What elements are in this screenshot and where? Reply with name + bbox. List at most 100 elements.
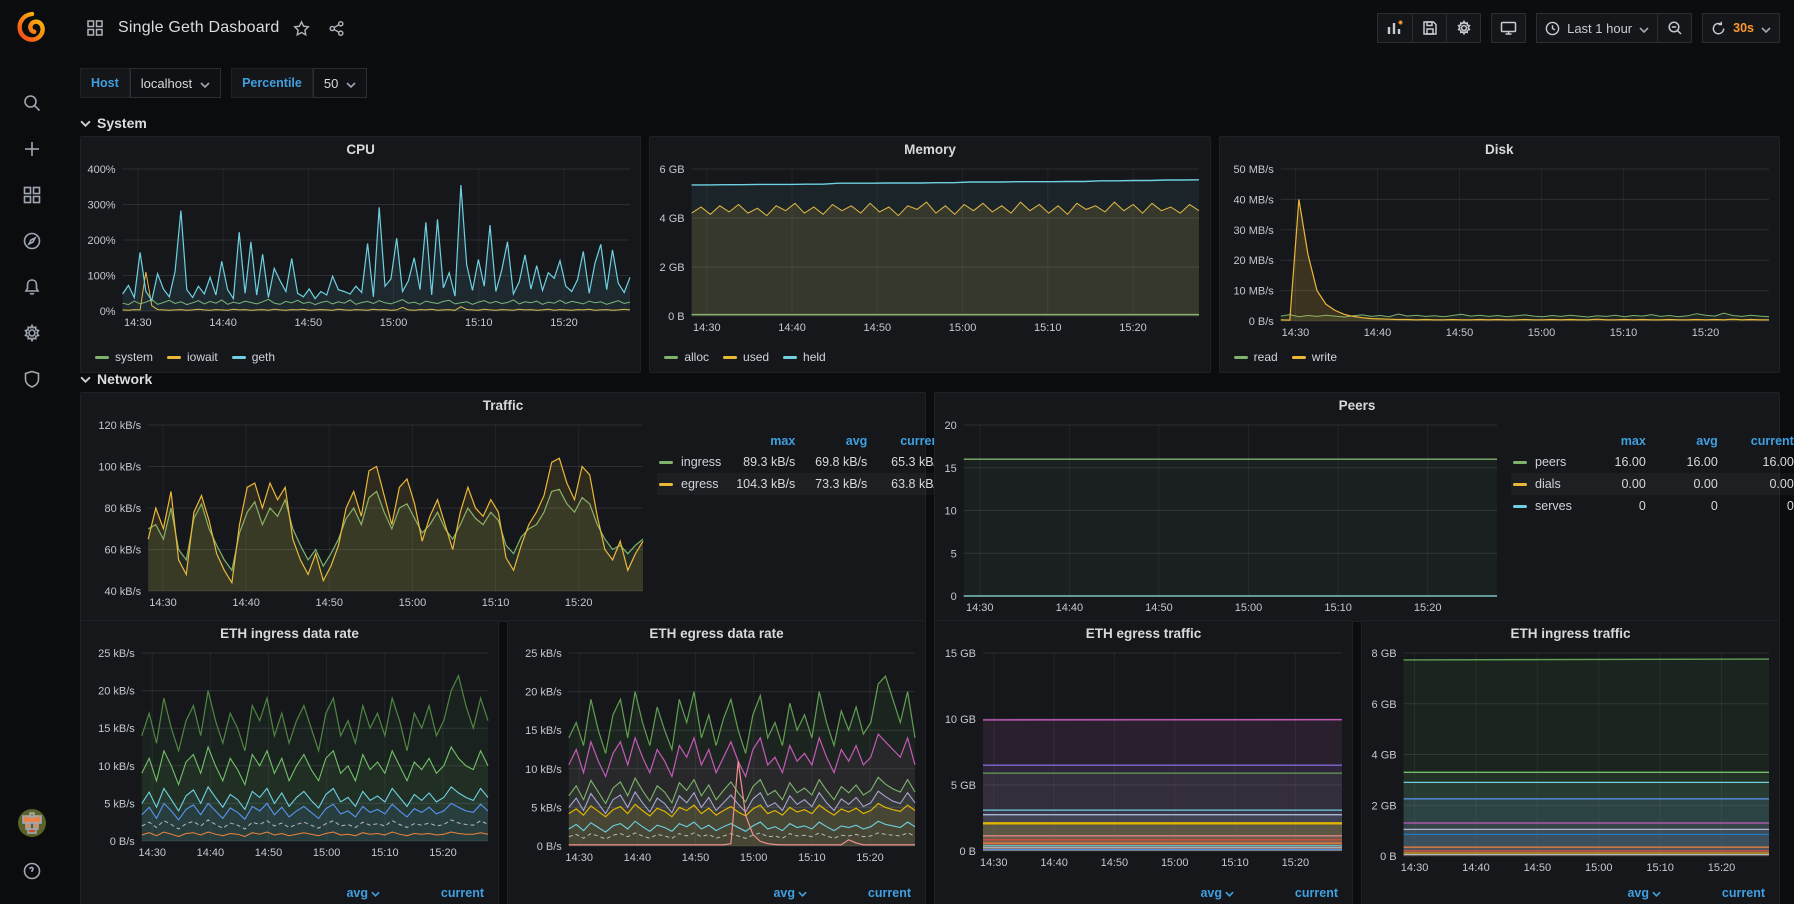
memory-chart[interactable]: 0 B2 GB4 GB6 GB14:3014:4014:5015:0015:10…	[650, 161, 1209, 346]
share-icon[interactable]	[324, 16, 349, 41]
save-dashboard-button[interactable]	[1413, 13, 1447, 43]
cpu-chart[interactable]: 0%100%200%300%400%14:3014:4014:5015:0015…	[81, 161, 640, 346]
legend-item-ingress[interactable]: ingress	[657, 451, 723, 473]
svg-text:14:50: 14:50	[295, 317, 323, 329]
svg-text:15:00: 15:00	[1235, 602, 1263, 614]
legend-sort-avg[interactable]: avg	[1545, 883, 1663, 903]
legend-value: 73.3 kB/s	[797, 473, 869, 495]
user-avatar[interactable]	[10, 804, 54, 842]
refresh-button[interactable]: 30s	[1702, 13, 1780, 43]
time-range-picker[interactable]: Last 1 hour	[1536, 13, 1658, 43]
svg-text:15:10: 15:10	[798, 852, 826, 864]
grafana-app: Single Geth Dasboard	[0, 0, 1794, 904]
eth-ingress-traffic-legend: avgcurrenteth/65 transaction announcemen…	[1362, 881, 1779, 904]
legend-item-read[interactable]: read	[1234, 350, 1278, 364]
panel-title[interactable]: CPU	[81, 137, 640, 161]
create-plus-icon[interactable]	[10, 130, 54, 168]
eth-ingress-traffic-chart[interactable]: 0 B2 GB4 GB6 GB8 GB14:3014:4014:5015:001…	[1362, 645, 1779, 881]
legend-item-egress[interactable]: egress	[657, 473, 723, 495]
legend-item-dials[interactable]: dials	[1511, 473, 1574, 495]
svg-text:10 GB: 10 GB	[945, 714, 976, 726]
svg-text:14:50: 14:50	[316, 597, 344, 609]
traffic-chart[interactable]: 40 kB/s60 kB/s80 kB/s100 kB/s120 kB/s14:…	[81, 417, 653, 621]
explore-compass-icon[interactable]	[10, 222, 54, 260]
series-swatch	[95, 356, 109, 359]
legend-sort-current[interactable]: current	[809, 883, 913, 903]
alerting-bell-icon[interactable]	[10, 268, 54, 306]
svg-text:6 GB: 6 GB	[1372, 699, 1397, 711]
legend-sort-avg[interactable]: avg	[264, 883, 382, 903]
series-swatch	[659, 483, 673, 486]
dashboard-settings-button[interactable]	[1447, 13, 1481, 43]
panel-title[interactable]: Disk	[1220, 137, 1779, 161]
svg-text:15:20: 15:20	[1691, 327, 1719, 339]
legend-item-serves[interactable]: serves	[1511, 495, 1574, 517]
favorite-star-icon[interactable]	[289, 16, 314, 41]
legend-item-geth[interactable]: geth	[232, 350, 275, 364]
legend-sort-current[interactable]: current	[1663, 883, 1767, 903]
legend-sort-avg[interactable]: avg	[797, 431, 869, 451]
legend-sort-avg[interactable]: avg	[1648, 431, 1720, 451]
svg-text:10 kB/s: 10 kB/s	[525, 764, 562, 776]
legend-label: geth	[252, 350, 275, 364]
panel-title[interactable]: Memory	[650, 137, 1209, 161]
legend-sort-current[interactable]: current	[1720, 431, 1794, 451]
svg-text:10 kB/s: 10 kB/s	[98, 761, 135, 773]
legend-sort-current[interactable]: current	[382, 883, 486, 903]
server-admin-shield-icon[interactable]	[10, 360, 54, 398]
legend-item-used[interactable]: used	[723, 350, 769, 364]
legend-sort-max[interactable]: max	[723, 431, 797, 451]
disk-chart[interactable]: 0 B/s10 MB/s20 MB/s30 MB/s40 MB/s50 MB/s…	[1220, 161, 1779, 346]
legend-item-write[interactable]: write	[1292, 350, 1337, 364]
dashboards-icon[interactable]	[10, 176, 54, 214]
legend-item-held[interactable]: held	[783, 350, 826, 364]
variable-host-select[interactable]: localhost	[130, 68, 221, 98]
search-icon[interactable]	[10, 84, 54, 122]
svg-text:14:40: 14:40	[232, 597, 260, 609]
panel-title[interactable]: ETH egress data rate	[508, 621, 925, 645]
eth-egress-data-rate-chart[interactable]: 0 B/s5 kB/s10 kB/s15 kB/s20 kB/s25 kB/s1…	[508, 645, 925, 881]
legend-sort-current[interactable]: current	[1236, 883, 1340, 903]
variable-host-label[interactable]: Host	[80, 68, 130, 98]
panel-title[interactable]: Traffic	[81, 393, 925, 417]
legend-sort-avg[interactable]: avg	[691, 883, 809, 903]
series-swatch	[1513, 483, 1527, 486]
svg-text:14:30: 14:30	[565, 852, 593, 864]
panel-title[interactable]: Peers	[935, 393, 1779, 417]
svg-text:50 MB/s: 50 MB/s	[1233, 164, 1274, 176]
legend-sort-avg[interactable]: avg	[1118, 883, 1236, 903]
eth-egress-traffic-chart[interactable]: 0 B5 GB10 GB15 GB14:3014:4014:5015:0015:…	[935, 645, 1352, 881]
svg-text:25 kB/s: 25 kB/s	[525, 648, 562, 660]
legend-item-peers[interactable]: peers	[1511, 451, 1574, 473]
svg-text:5 kB/s: 5 kB/s	[104, 798, 135, 810]
legend-value: 16.00	[1648, 451, 1720, 473]
svg-text:0 B: 0 B	[668, 311, 685, 323]
panel-title[interactable]: ETH ingress traffic	[1362, 621, 1779, 645]
grafana-logo-icon[interactable]	[0, 0, 64, 56]
legend-item-iowait[interactable]: iowait	[167, 350, 218, 364]
row-header-system[interactable]: System	[80, 110, 1780, 136]
series-swatch	[232, 356, 246, 359]
panel-title[interactable]: ETH egress traffic	[935, 621, 1352, 645]
svg-text:15:10: 15:10	[371, 847, 399, 859]
add-panel-button[interactable]	[1377, 13, 1413, 43]
svg-text:15:10: 15:10	[1609, 327, 1637, 339]
legend-item-alloc[interactable]: alloc	[664, 350, 709, 364]
variable-percentile-select[interactable]: 50	[313, 68, 367, 98]
svg-text:15:20: 15:20	[429, 847, 457, 859]
legend-item-system[interactable]: system	[95, 350, 153, 364]
svg-text:14:40: 14:40	[624, 852, 652, 864]
dashboard-title[interactable]: Single Geth Dasboard	[118, 19, 279, 37]
dashboard-body: System CPU 0%100%200%300%400%14:3014:401…	[64, 108, 1794, 904]
eth-ingress-data-rate-chart[interactable]: 0 B/s5 kB/s10 kB/s15 kB/s20 kB/s25 kB/s1…	[81, 645, 498, 881]
configuration-gear-icon[interactable]	[10, 314, 54, 352]
panel-title[interactable]: ETH ingress data rate	[81, 621, 498, 645]
legend-sort-max[interactable]: max	[1574, 431, 1648, 451]
legend-value: 89.3 kB/s	[723, 451, 797, 473]
cycle-view-mode-button[interactable]	[1491, 13, 1526, 43]
zoom-out-time-button[interactable]	[1658, 13, 1692, 43]
legend-label: used	[743, 350, 769, 364]
help-icon[interactable]	[10, 852, 54, 890]
variable-percentile-label[interactable]: Percentile	[231, 68, 313, 98]
peers-chart[interactable]: 0510152014:3014:4014:5015:0015:1015:20	[935, 417, 1507, 621]
